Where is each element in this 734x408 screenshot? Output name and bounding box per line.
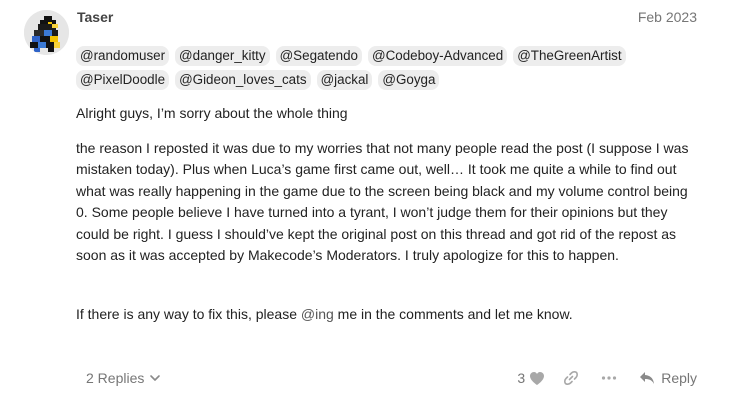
replies-label: 2 Replies (86, 370, 145, 386)
post-username[interactable]: Taser (77, 9, 113, 25)
mention-link[interactable]: @Codeboy-Advanced (367, 46, 508, 66)
mention-link[interactable]: @danger_kitty (175, 46, 270, 66)
post-actions: 3 Reply (517, 370, 697, 386)
reply-button[interactable]: Reply (639, 370, 697, 386)
post-date[interactable]: Feb 2023 (638, 9, 697, 25)
chevron-down-icon (150, 375, 161, 381)
mention-link[interactable]: @Segatendo (275, 46, 362, 66)
reply-arrow-icon (640, 372, 655, 384)
paragraph-text: me in the comments and let me know. (333, 306, 573, 322)
mention-link[interactable]: @Gideon_loves_cats (175, 70, 311, 90)
avatar-pixel-art (24, 10, 69, 55)
replies-toggle-button[interactable]: 2 Replies (86, 370, 161, 386)
share-link-button[interactable] (563, 370, 579, 386)
mention-list: @randomuser @danger_kitty @Segatendo @Co… (76, 46, 676, 90)
mention-link[interactable]: @randomuser (76, 46, 170, 66)
mention-link[interactable]: @TheGreenArtist (513, 46, 626, 66)
post-paragraph: the reason I reposted it was due to my w… (76, 140, 689, 264)
heart-icon (530, 371, 545, 385)
link-icon (564, 371, 579, 385)
mention-hint-text: @ing (300, 306, 334, 322)
like-count: 3 (517, 370, 526, 386)
more-actions-button[interactable] (601, 375, 617, 381)
mention-link[interactable]: @PixelDoodle (76, 70, 170, 90)
mention-link[interactable]: @Goyga (378, 70, 440, 90)
paragraph-text: If there is any way to fix this, please (76, 306, 301, 322)
more-dots-icon (602, 376, 617, 380)
reply-label: Reply (661, 370, 697, 386)
mention-link[interactable]: @jackal (316, 70, 373, 90)
post-paragraph: If there is any way to fix this, please … (76, 304, 696, 325)
post-paragraph: Alright guys, I’m sorry about the whole … (76, 105, 348, 121)
like-button[interactable]: 3 (517, 370, 545, 386)
avatar[interactable] (24, 10, 69, 55)
